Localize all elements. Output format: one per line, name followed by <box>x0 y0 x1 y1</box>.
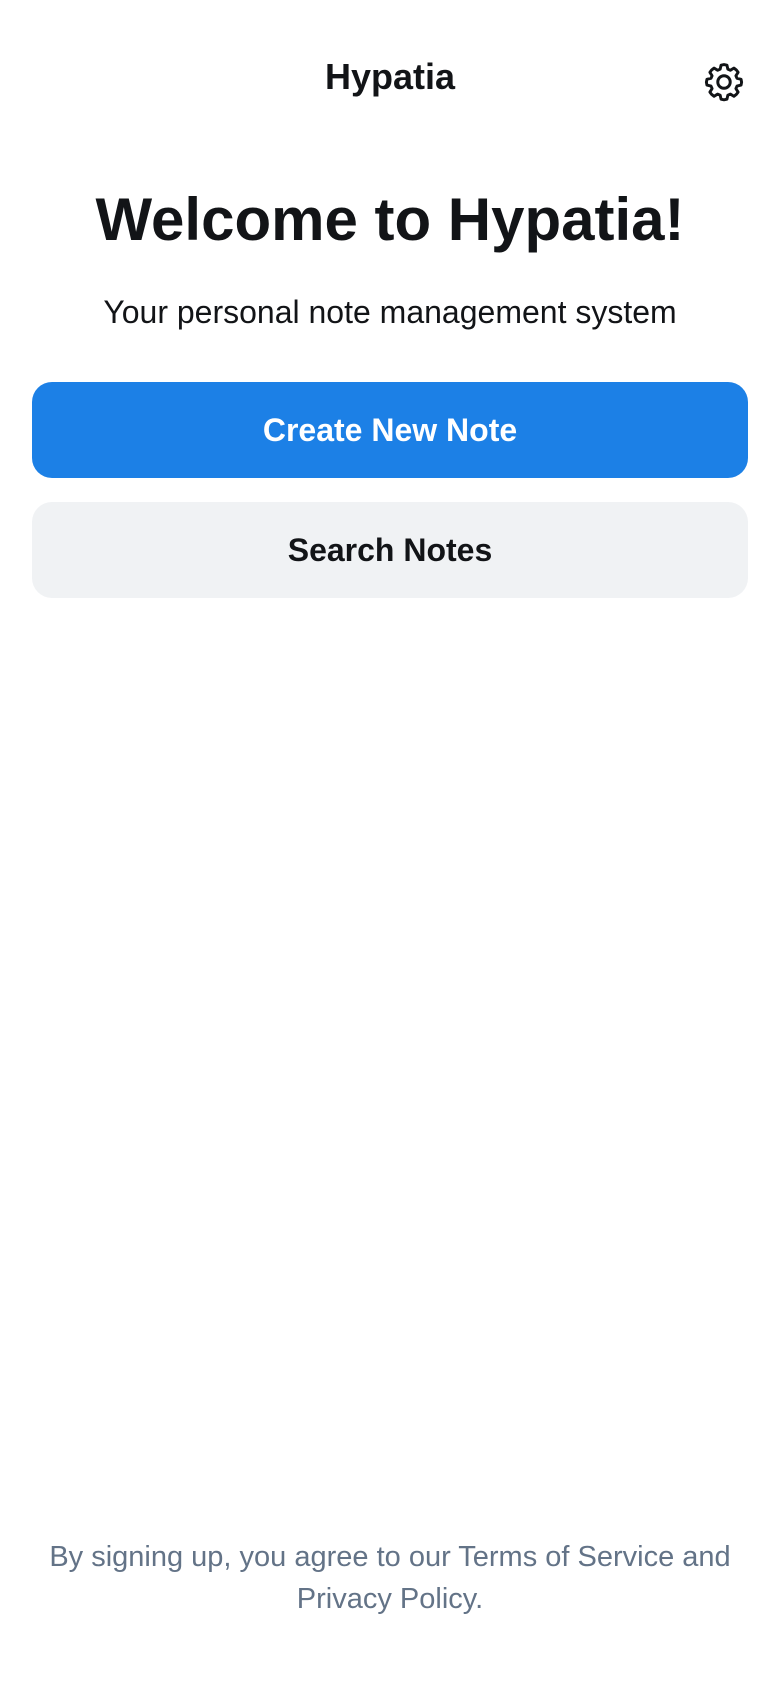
create-new-note-button[interactable]: Create New Note <box>32 382 748 478</box>
gear-icon <box>704 63 744 102</box>
page-subtitle: Your personal note management system <box>103 294 677 330</box>
settings-button[interactable] <box>698 56 750 108</box>
search-notes-button[interactable]: Search Notes <box>32 502 748 598</box>
app-header: Hypatia <box>0 0 780 160</box>
app-title: Hypatia <box>324 56 456 97</box>
welcome-title: Welcome to Hypatia! <box>95 186 685 253</box>
legal-footer-text: By signing up, you agree to our Terms of… <box>49 1541 731 1615</box>
